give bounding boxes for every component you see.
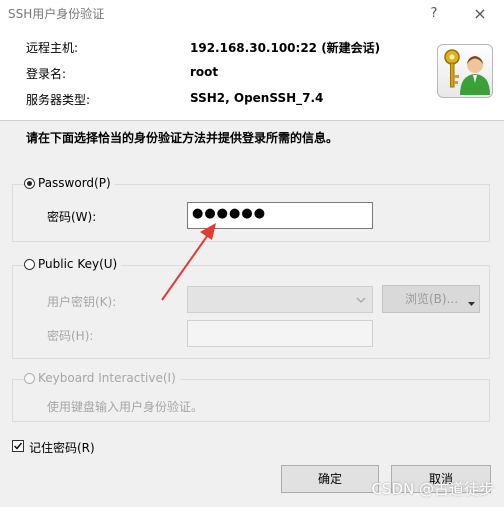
watermark: CSDN @古道徒步 — [371, 480, 494, 498]
annotation-arrow-icon — [161, 223, 216, 301]
